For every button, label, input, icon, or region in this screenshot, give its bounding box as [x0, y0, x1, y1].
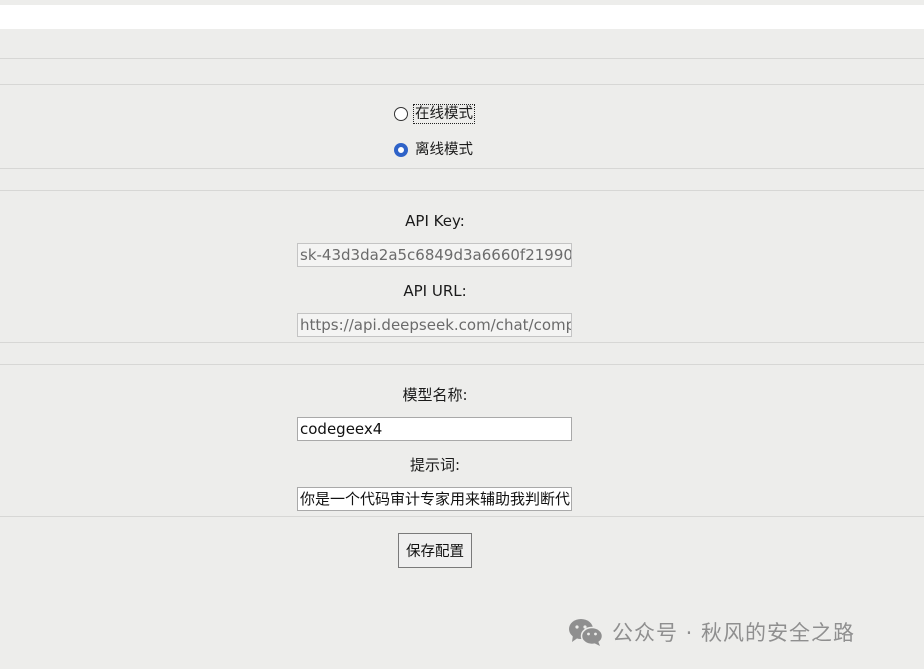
watermark: 公众号 · 秋风的安全之路: [568, 616, 855, 648]
radio-online-mode[interactable]: 在线模式: [394, 104, 475, 124]
divider: [0, 364, 924, 365]
divider: [0, 168, 924, 169]
wechat-icon: [569, 619, 604, 646]
divider: [0, 342, 924, 343]
radio-online-label: 在线模式: [413, 104, 475, 124]
api-url-label: API URL:: [403, 282, 467, 300]
api-key-label: API Key:: [405, 212, 465, 230]
api-url-field[interactable]: https://api.deepseek.com/chat/comp: [297, 313, 572, 337]
watermark-text: 公众号 · 秋风的安全之路: [612, 621, 856, 645]
divider: [0, 58, 924, 59]
api-key-field[interactable]: sk-43d3da2a5c6849d3a6660f21990d: [297, 243, 572, 267]
divider: [0, 84, 924, 85]
radio-offline-mode[interactable]: 离线模式: [394, 140, 474, 160]
radio-offline-label: 离线模式: [415, 142, 473, 158]
divider: [0, 190, 924, 191]
divider: [0, 516, 924, 517]
top-bar: [0, 0, 924, 29]
model-name-label: 模型名称:: [402, 386, 468, 404]
prompt-label: 提示词:: [409, 456, 461, 474]
prompt-field[interactable]: 你是一个代码审计专家用来辅助我判断代: [297, 487, 572, 511]
radio-checked-icon[interactable]: [394, 143, 408, 157]
model-name-field[interactable]: codegeex4: [297, 417, 572, 441]
save-config-button[interactable]: 保存配置: [398, 533, 472, 568]
radio-unchecked-icon[interactable]: [394, 107, 408, 121]
